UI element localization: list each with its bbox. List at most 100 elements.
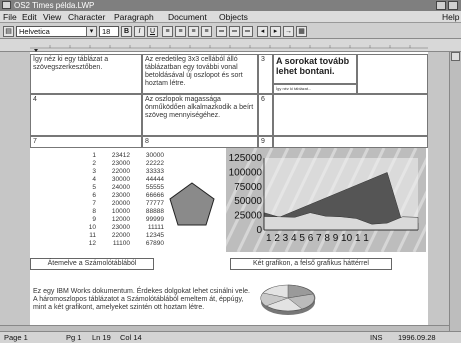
spreadsheet-row: 6 23000 66666 bbox=[82, 192, 164, 200]
spreadsheet-row: 7 20000 77777 bbox=[82, 200, 164, 208]
spacing-2-icon[interactable]: ═ bbox=[229, 26, 240, 37]
align-right-icon[interactable]: ≡ bbox=[188, 26, 199, 37]
table-cell-text: Az eredetileg 3x3 cellából álló táblázat… bbox=[145, 56, 243, 87]
vertical-scrollbar[interactable] bbox=[449, 52, 461, 331]
indent-left-icon[interactable]: ◂ bbox=[257, 26, 268, 37]
minimize-button[interactable] bbox=[436, 1, 446, 10]
spreadsheet-cell: 24000 bbox=[111, 184, 130, 191]
menu-view[interactable]: View bbox=[43, 11, 61, 23]
table-cell-r1c1[interactable]: Így néz ki egy táblázat a szövegszerkesz… bbox=[30, 54, 142, 94]
ruler-ticks bbox=[30, 45, 428, 52]
area-chart[interactable]: 125000 100000 75000 50000 25000 0 1 2 3 4 5 6 … bbox=[226, 148, 426, 252]
chart-y-tick-label: 0 bbox=[256, 225, 262, 236]
table-cell-r1c2[interactable]: Az eredetileg 3x3 cellából álló táblázat… bbox=[142, 54, 258, 94]
table-cell-r3c1[interactable]: 7 bbox=[30, 136, 142, 148]
table-cell-r2c1[interactable]: 4 bbox=[30, 94, 142, 136]
spreadsheet-cell: 4 bbox=[92, 176, 96, 183]
table-cell-text: 3 bbox=[261, 56, 265, 63]
status-insert-mode: INS bbox=[370, 333, 383, 342]
body-paragraph[interactable]: Ez egy IBM Works dokumentum. Érdekes dol… bbox=[33, 288, 253, 312]
spreadsheet-cell: 22000 bbox=[111, 232, 130, 239]
spreadsheet-cell: 12345 bbox=[145, 232, 164, 239]
scroll-up-icon[interactable] bbox=[451, 52, 460, 61]
spreadsheet-cell: 55555 bbox=[145, 184, 164, 191]
table-cell-r2c3[interactable]: 6 bbox=[258, 94, 273, 136]
spreadsheet-cell: 11111 bbox=[147, 224, 164, 231]
spreadsheet-cell: 10000 bbox=[111, 208, 130, 215]
spreadsheet-row: 4 30000 44444 bbox=[82, 176, 164, 184]
spreadsheet-cell: 20000 bbox=[111, 200, 130, 207]
line-spacing-icon[interactable]: ═ bbox=[216, 26, 227, 37]
ruler[interactable] bbox=[0, 39, 461, 52]
toolbar-menu-icon[interactable]: ▤ bbox=[3, 26, 14, 37]
table-cell-text: Így néz ki egy táblázat a szövegszerkesz… bbox=[33, 56, 109, 71]
window-title: OS2 Times példa.LWP bbox=[14, 1, 95, 10]
table-cell-r1c5[interactable] bbox=[357, 54, 428, 94]
table-icon[interactable]: ▦ bbox=[296, 26, 307, 37]
spacing-3-icon[interactable]: ═ bbox=[242, 26, 253, 37]
spreadsheet-row: 8 10000 88888 bbox=[82, 208, 164, 216]
chart-x-tick-labels: 1 2 3 4 5 6 7 8 9 10 1 1 bbox=[266, 233, 369, 244]
font-select[interactable]: Helvetica bbox=[16, 26, 92, 37]
insert-icon[interactable]: → bbox=[283, 26, 294, 37]
spreadsheet-row: 10 23000 11111 bbox=[82, 224, 164, 232]
spreadsheet-row: 3 22000 33333 bbox=[82, 168, 164, 176]
spreadsheet-cell: 7 bbox=[92, 200, 96, 207]
menu-edit[interactable]: Edit bbox=[22, 11, 37, 23]
system-menu-icon[interactable] bbox=[2, 1, 11, 9]
spreadsheet-cell: 10 bbox=[88, 224, 96, 231]
toolbar: ▤ Helvetica ▾ 18 B I U ≡ ≡ ≡ ≡ ═ ═ ═ ◂ ▸… bbox=[0, 23, 461, 39]
menu-file[interactable]: File bbox=[3, 11, 17, 23]
spreadsheet-caption: Átemelve a Számolótáblából bbox=[30, 258, 154, 270]
font-dropdown-icon[interactable]: ▾ bbox=[86, 26, 97, 37]
spreadsheet-cell: 99999 bbox=[145, 216, 164, 223]
menu-character[interactable]: Character bbox=[68, 11, 105, 23]
title-bar: OS2 Times példa.LWP bbox=[0, 0, 461, 11]
maximize-button[interactable] bbox=[448, 1, 458, 10]
justify-icon[interactable]: ≡ bbox=[201, 26, 212, 37]
table-cell-r2c2[interactable]: Az oszlopok magassága önműködően alkalma… bbox=[142, 94, 258, 136]
spreadsheet-row: 1 23412 30000 bbox=[82, 152, 164, 160]
align-left-icon[interactable]: ≡ bbox=[162, 26, 173, 37]
pie-chart-3d[interactable] bbox=[258, 280, 318, 322]
spreadsheet-cell: 8 bbox=[92, 208, 96, 215]
chart-y-tick-label: 75000 bbox=[234, 182, 262, 193]
table-cell-text: 7 bbox=[33, 138, 37, 145]
table-cell-text: 6 bbox=[261, 96, 265, 103]
spreadsheet-table[interactable]: 1 23412 30000 2 23000 22222 3 22000 33333 4 30000 4… bbox=[82, 152, 164, 248]
table-cell-r3c3[interactable]: 9 bbox=[258, 136, 273, 148]
spreadsheet-cell: 66666 bbox=[145, 192, 164, 199]
menu-paragraph[interactable]: Paragraph bbox=[114, 11, 154, 23]
table-cell-r3c4[interactable] bbox=[273, 136, 428, 148]
table-cell-r2c4[interactable] bbox=[273, 94, 428, 136]
indent-right-icon[interactable]: ▸ bbox=[270, 26, 281, 37]
menu-help[interactable]: Help bbox=[442, 11, 459, 23]
spreadsheet-cell: 33333 bbox=[145, 168, 164, 175]
table-cell-r3c2[interactable]: 8 bbox=[142, 136, 258, 148]
spreadsheet-cell: 30000 bbox=[111, 176, 130, 183]
table-cell-r1c4-sub[interactable]: Így néz ki táblázat... bbox=[273, 84, 357, 94]
document-page[interactable]: Így néz ki egy táblázat a szövegszerkesz… bbox=[30, 52, 428, 331]
spreadsheet-row: 11 22000 12345 bbox=[82, 232, 164, 240]
font-size-select[interactable]: 18 bbox=[99, 26, 119, 37]
pentagon-graphic[interactable] bbox=[166, 180, 218, 228]
spreadsheet-cell: 67890 bbox=[145, 240, 164, 247]
menu-objects[interactable]: Objects bbox=[219, 11, 248, 23]
italic-button[interactable]: I bbox=[134, 26, 145, 37]
menu-document[interactable]: Document bbox=[168, 11, 207, 23]
spreadsheet-cell: 30000 bbox=[145, 152, 164, 159]
underline-button[interactable]: U bbox=[147, 26, 158, 37]
chart-y-tick-label: 25000 bbox=[234, 211, 262, 222]
table-cell-r1c4[interactable]: A sorokat tovább lehet bontani. bbox=[273, 54, 357, 84]
chart-y-tick-label: 125000 bbox=[229, 153, 263, 164]
spreadsheet-cell: 88888 bbox=[145, 208, 164, 215]
spreadsheet-cell: 77777 bbox=[145, 200, 164, 207]
bold-button[interactable]: B bbox=[121, 26, 132, 37]
menu-bar: File Edit View Character Paragraph Docum… bbox=[0, 11, 461, 23]
table-cell-r1c3[interactable]: 3 bbox=[258, 54, 273, 94]
chart-caption: Két grafikon, a felső grafikus háttérrel bbox=[230, 258, 392, 270]
align-center-icon[interactable]: ≡ bbox=[175, 26, 186, 37]
spreadsheet-row: 5 24000 55555 bbox=[82, 184, 164, 192]
table-cell-text: 9 bbox=[261, 138, 265, 145]
spreadsheet-cell: 23000 bbox=[111, 160, 130, 167]
